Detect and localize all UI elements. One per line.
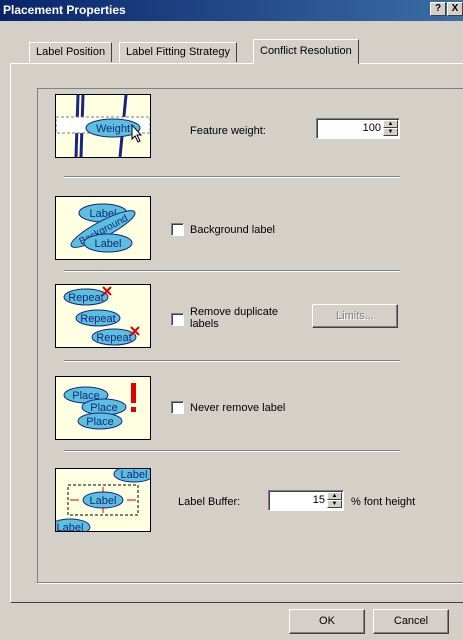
help-button[interactable]: ?	[430, 2, 446, 16]
close-button[interactable]: X	[447, 2, 463, 16]
window-title: Placement Properties	[3, 3, 126, 17]
cancel-button[interactable]: Cancel	[373, 609, 449, 634]
tab-strip: Label Position Label Fitting Strategy Co…	[10, 39, 463, 64]
tab-label-position[interactable]: Label Position	[29, 42, 113, 62]
tab-label-fitting-strategy[interactable]: Label Fitting Strategy	[119, 42, 237, 62]
ok-button[interactable]: OK	[289, 609, 365, 634]
title-bar[interactable]: Placement Properties ? X	[0, 0, 463, 21]
tab-panel	[10, 63, 463, 603]
tab-conflict-resolution[interactable]: Conflict Resolution	[253, 39, 359, 64]
